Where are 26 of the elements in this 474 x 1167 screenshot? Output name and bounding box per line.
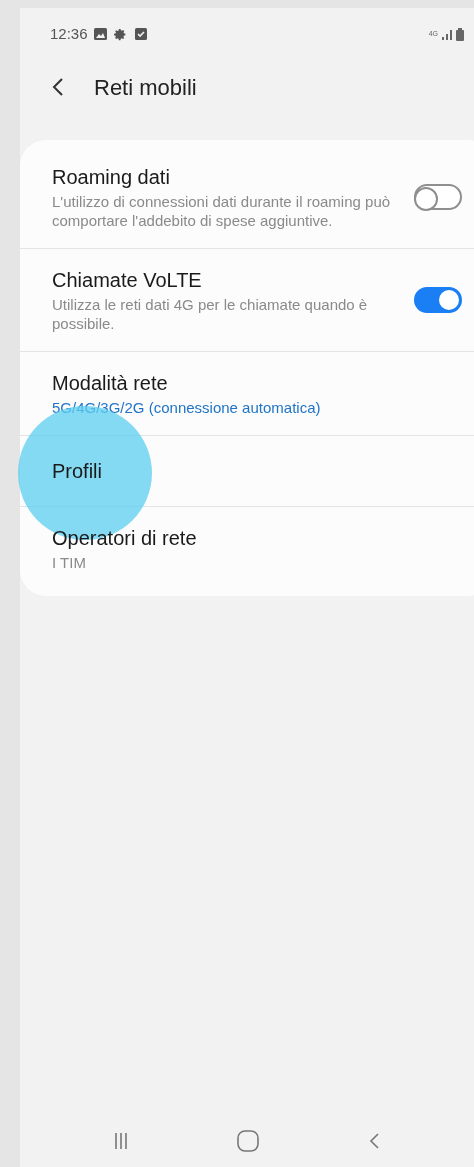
- recent-apps-icon[interactable]: [114, 1132, 129, 1150]
- settings-row[interactable]: Roaming dati L'utilizzo di connessioni dati durante il roaming può comportare l'addebito di spese aggiuntive.: [52, 146, 414, 248]
- battery-icon: [456, 27, 464, 41]
- page-title: Reti mobili: [94, 73, 197, 102]
- toggle-switch[interactable]: [414, 184, 462, 210]
- status-time: 12:36: [50, 23, 88, 44]
- gallery-icon: [93, 28, 107, 40]
- row-title: Profili: [52, 459, 103, 484]
- settings-row[interactable]: Profili: [52, 436, 462, 506]
- row-title: Operatori di rete: [52, 526, 198, 551]
- row-title: Modalità rete: [52, 371, 169, 396]
- home-icon[interactable]: [237, 1130, 259, 1152]
- settings-row[interactable]: Modalità rete 5G/4G/3G/2G (connessione automatica): [52, 352, 462, 435]
- row-subtitle: I TIM: [52, 553, 87, 572]
- row-subtitle: 5G/4G/3G/2G (connessione automatica): [52, 398, 322, 417]
- back-icon[interactable]: [52, 77, 64, 97]
- checkbox-icon: [134, 28, 147, 40]
- signal-icon: [442, 28, 454, 40]
- settings-icon: [113, 27, 127, 41]
- settings-row[interactable]: Chiamate VoLTE Utilizza le reti dati 4G per le chiamate quando è possibile.: [52, 249, 414, 351]
- toggle-switch[interactable]: [414, 287, 462, 313]
- settings-row[interactable]: Operatori di rete I TIM: [52, 507, 462, 590]
- row-title: Roaming dati: [52, 165, 171, 190]
- row-subtitle: Utilizza le reti dati 4G per le chiamate quando è possibile.: [52, 295, 369, 333]
- row-title: Chiamate VoLTE: [52, 268, 203, 293]
- row-subtitle: L'utilizzo di connessioni dati durante il roaming può comportare l'addebito di spese aggiuntive.: [52, 192, 392, 230]
